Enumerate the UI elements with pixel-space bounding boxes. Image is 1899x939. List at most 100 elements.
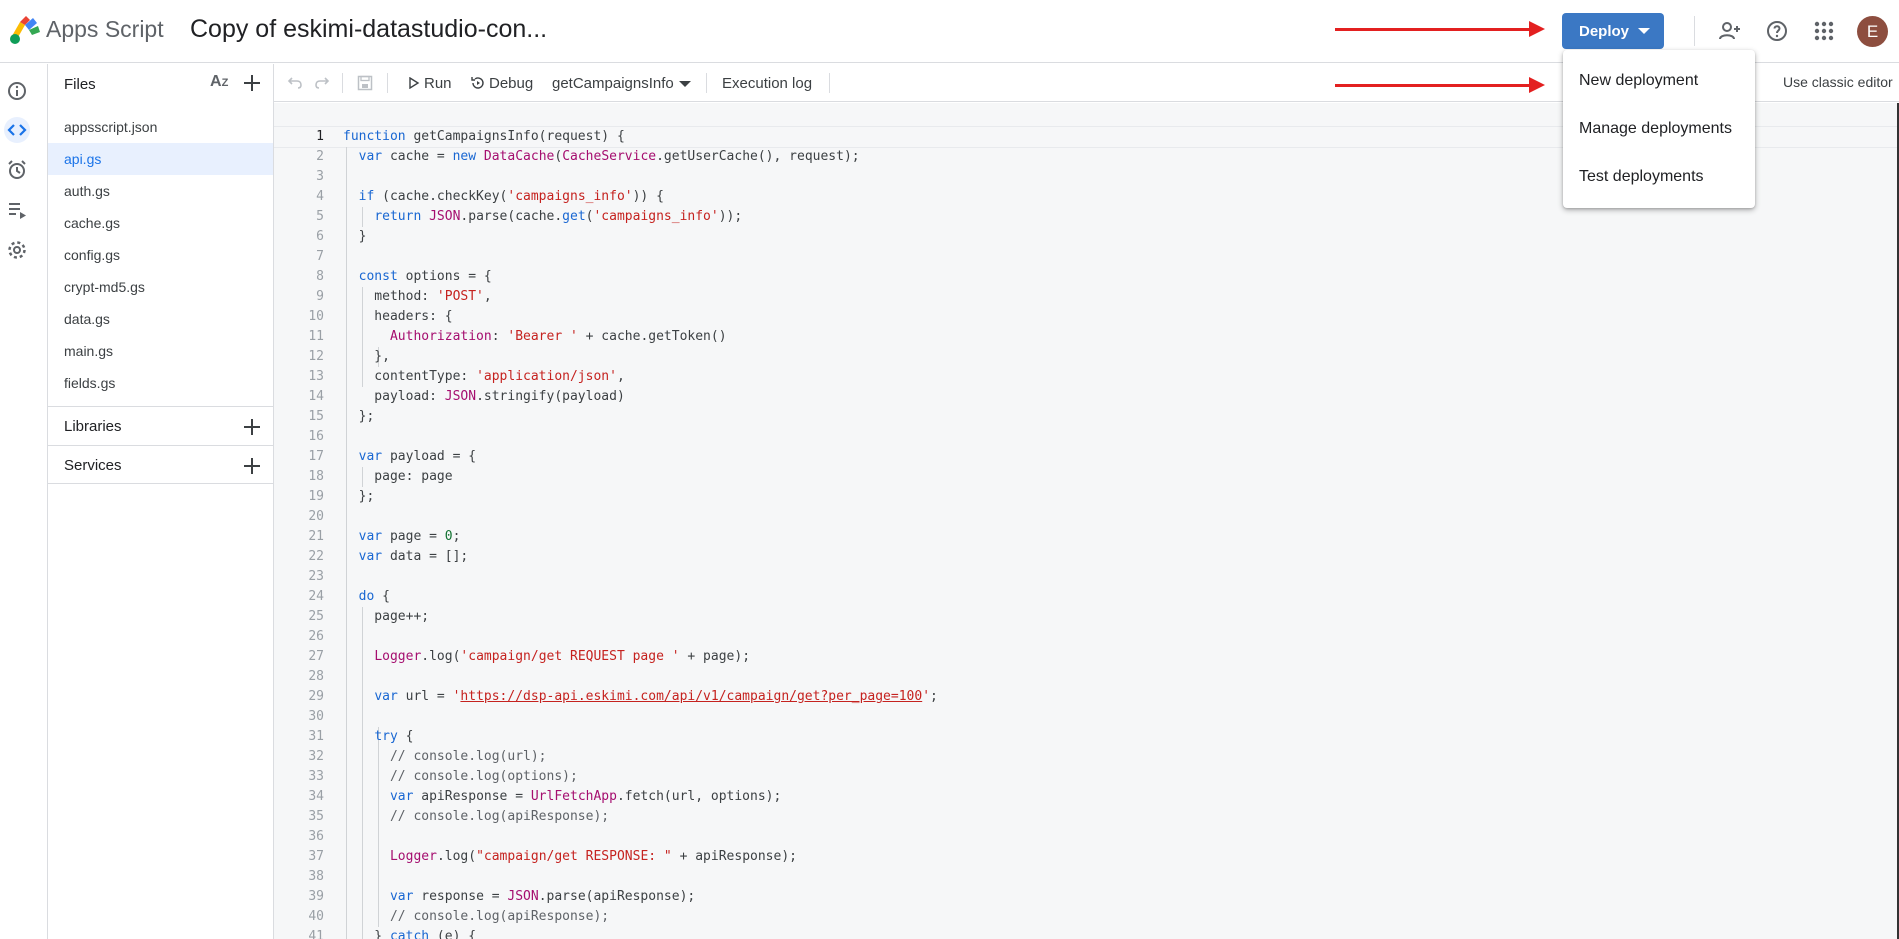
project-title[interactable]: Copy of eskimi-datastudio-con... [190,15,547,44]
line-number: 21 [308,529,324,544]
line-number: 12 [308,349,324,364]
function-select[interactable]: getCampaignsInfo [552,75,691,92]
test-deployments-menu-item[interactable]: Test deployments [1563,153,1755,201]
info-icon[interactable] [4,78,30,104]
code-icon[interactable] [4,117,30,143]
new-deployment-menu-item[interactable]: New deployment [1563,57,1755,105]
save-icon[interactable] [354,73,376,93]
services-section[interactable]: Services [48,445,273,484]
apps-script-logo-icon[interactable] [8,14,42,46]
divider [1694,16,1695,46]
executions-icon[interactable] [4,197,30,223]
undo-icon[interactable] [284,73,306,93]
share-icon[interactable] [1716,17,1744,45]
code-line: var page = 0; [358,529,461,544]
line-number: 24 [308,589,324,604]
code-line: // console.log(apiResponse); [389,909,610,924]
line-number: 39 [308,889,324,904]
file-item[interactable]: config.gs [48,239,273,271]
code-line: var url = 'https://dsp-api.eskimi.com/ap… [374,689,938,704]
code-editor[interactable]: 1 2 3 4 5 6 7 8 9 10 11 12 13 14 15 16 17 18 19 20 21 22 23 24 2… [274,103,1899,939]
file-item-active[interactable]: api.gs [48,143,273,175]
file-item[interactable]: auth.gs [48,175,273,207]
line-number: 35 [308,809,324,824]
line-number: 18 [308,469,324,484]
line-number: 23 [308,569,324,584]
line-number: 5 [316,209,324,224]
code-line: } [343,229,367,244]
file-item[interactable]: fields.gs [48,367,273,399]
file-item[interactable]: data.gs [48,303,273,335]
file-item[interactable]: crypt-md5.gs [48,271,273,303]
sort-az-icon[interactable]: AZ [210,73,228,91]
line-number: 17 [308,449,324,464]
toolbar-divider [706,73,707,93]
line-number: 10 [308,309,324,324]
deploy-button[interactable]: Deploy [1562,13,1664,49]
debug-icon [471,77,484,89]
apps-grid-icon[interactable] [1810,17,1838,45]
debug-button[interactable]: Debug [470,75,533,92]
add-file-plus-icon[interactable] [242,73,262,93]
line-number: 31 [308,729,324,744]
alarm-icon[interactable] [4,157,30,183]
left-nav-rail [0,64,48,939]
line-number-gutter: 1 2 3 4 5 6 7 8 9 10 11 12 13 14 15 16 17 18 19 20 21 22 23 24 2… [274,127,324,939]
file-item[interactable]: cache.gs [48,207,273,239]
code-line: page++; [343,609,430,624]
help-icon[interactable] [1763,17,1791,45]
run-label: Run [424,75,452,92]
files-title: Files [64,76,96,93]
files-header: Files AZ [48,64,273,102]
line-number: 40 [308,909,324,924]
deploy-button-label: Deploy [1579,22,1630,40]
app-name: Apps Script [46,16,164,42]
line-number: 20 [308,509,324,524]
deploy-menu: New deployment Manage deployments Test d… [1563,50,1755,208]
line-number: 32 [308,749,324,764]
files-panel: Files AZ appsscript.json api.gs auth.gs … [48,64,274,939]
chevron-down-icon [678,81,691,88]
code-content[interactable]: function getCampaignsInfo(request) { var… [343,127,1883,939]
line-number: 3 [316,169,324,184]
line-number: 37 [308,849,324,864]
code-line: contentType: 'application/json', [343,369,625,384]
file-item[interactable]: appsscript.json [48,111,273,143]
line-number: 22 [308,549,324,564]
debug-label: Debug [489,75,534,92]
annotation-arrow-top [1335,21,1545,37]
redo-icon[interactable] [311,73,333,93]
use-classic-editor-link[interactable]: Use classic editor [1783,74,1893,90]
libraries-section[interactable]: Libraries [48,406,273,445]
run-button[interactable]: Run [408,75,452,92]
line-number: 38 [308,869,324,884]
add-service-plus-icon[interactable] [242,456,262,476]
play-icon [409,76,420,90]
line-number: 8 [316,269,324,284]
file-item[interactable]: main.gs [48,335,273,367]
manage-deployments-menu-item[interactable]: Manage deployments [1563,105,1755,153]
add-library-plus-icon[interactable] [242,417,262,437]
code-line: // console.log(options); [389,769,578,784]
execution-log-button[interactable]: Execution log [722,75,812,92]
line-number: 11 [308,329,324,344]
line-number: 33 [308,769,324,784]
deploy-dropdown-caret-icon[interactable] [1638,28,1650,34]
toolbar-divider [829,73,830,93]
line-number: 34 [308,789,324,804]
code-line: }; [343,489,375,504]
avatar[interactable]: E [1857,16,1888,47]
code-line: payload: JSON.stringify(payload) [343,389,625,404]
code-line: return JSON.parse(cache.get('campaigns_i… [374,209,743,224]
line-number: 4 [316,189,324,204]
line-number: 2 [316,149,324,164]
line-number: 36 [308,829,324,844]
annotation-arrow-middle [1335,77,1545,93]
gear-icon[interactable] [4,237,30,263]
toolbar-divider [387,73,388,93]
